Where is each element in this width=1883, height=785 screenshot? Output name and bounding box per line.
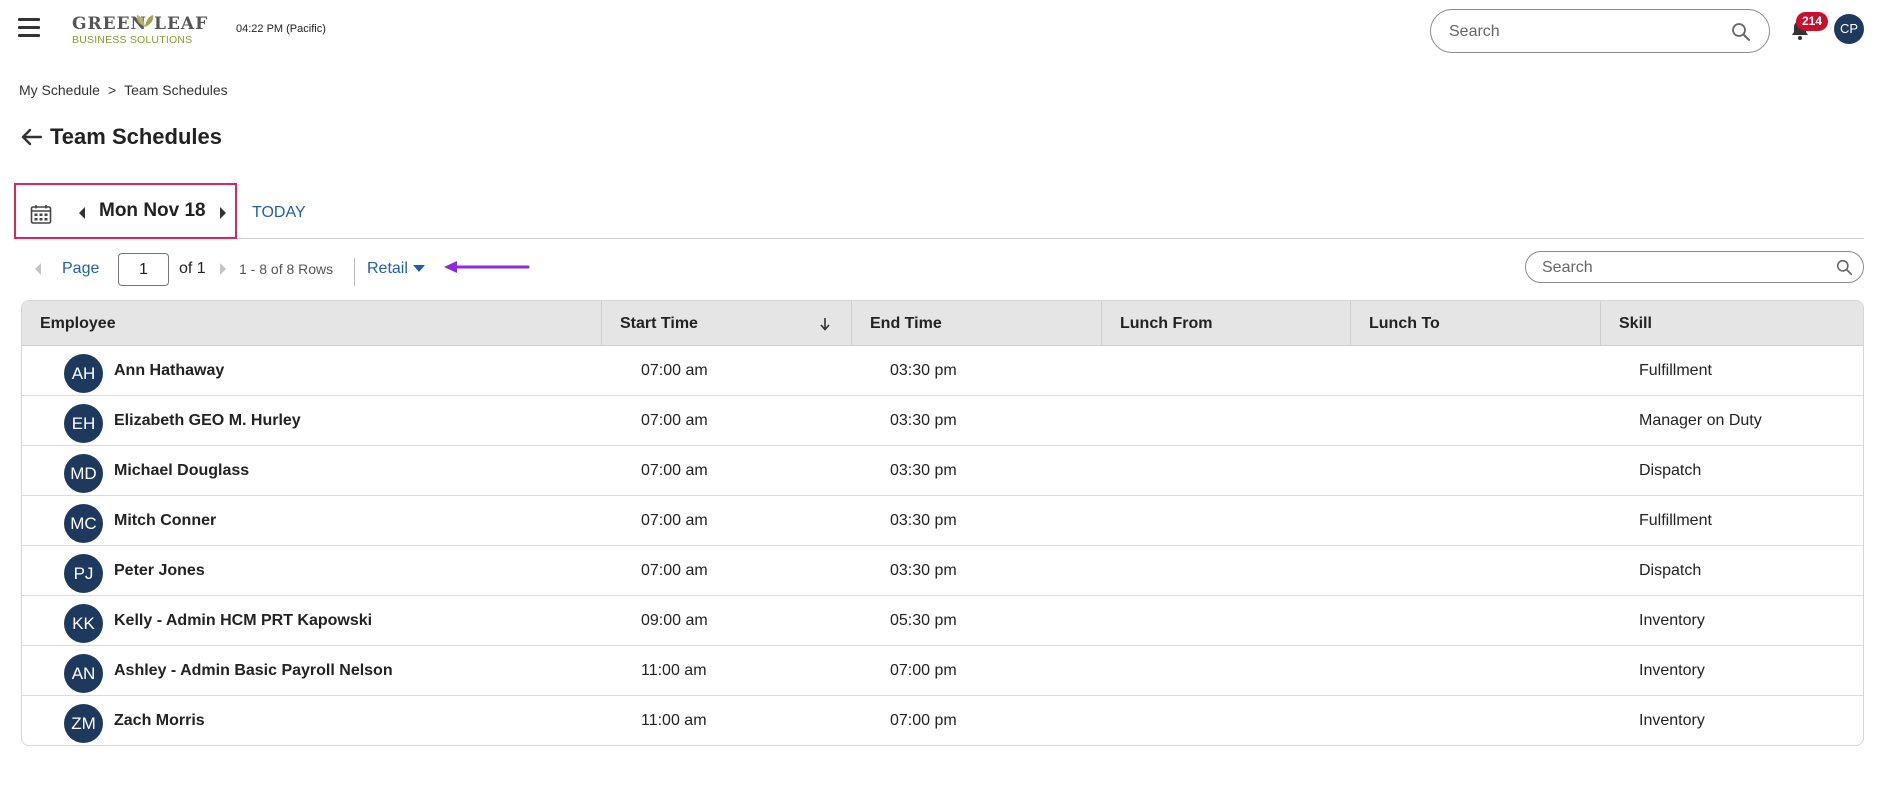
search-icon[interactable] — [1731, 22, 1751, 42]
table-body: AH Ann Hathaway 07:00 am 03:30 pm Fulfil… — [22, 346, 1863, 745]
table-row[interactable]: PJ Peter Jones 07:00 am 03:30 pm Dispatc… — [22, 546, 1863, 596]
skill-cell: Manager on Duty — [1639, 412, 1762, 429]
skill-cell: Inventory — [1639, 662, 1705, 679]
sort-descending-icon[interactable] — [819, 316, 831, 332]
end-time-cell: 03:30 pm — [890, 412, 957, 429]
divider — [237, 238, 1864, 239]
page-total-label: of 1 — [179, 260, 206, 277]
employee-name[interactable]: Ann Hathaway — [114, 362, 224, 380]
table-row[interactable]: MD Michael Douglass 07:00 am 03:30 pm Di… — [22, 446, 1863, 496]
end-time-cell: 03:30 pm — [890, 362, 957, 379]
back-arrow-icon[interactable] — [20, 128, 42, 146]
start-time-cell: 07:00 am — [641, 512, 708, 529]
calendar-icon[interactable] — [30, 204, 52, 224]
previous-day-icon[interactable] — [76, 205, 88, 221]
location-filter-dropdown[interactable]: Retail — [367, 260, 425, 278]
table-row[interactable]: AH Ann Hathaway 07:00 am 03:30 pm Fulfil… — [22, 346, 1863, 396]
employee-avatar: MD — [64, 454, 103, 493]
employee-name[interactable]: Zach Morris — [114, 712, 205, 730]
date-navigator: Mon Nov 18 — [14, 183, 237, 239]
end-time-cell: 03:30 pm — [890, 462, 957, 479]
table-search-input[interactable] — [1542, 258, 1822, 278]
start-time-cell: 11:00 am — [641, 662, 707, 679]
hamburger-menu-icon[interactable] — [18, 18, 40, 38]
end-time-cell: 05:30 pm — [890, 612, 957, 629]
top-bar: GREEN LEAF BUSINESS SOLUTIONS 04:22 PM (… — [0, 0, 1883, 60]
table-row[interactable]: EH Elizabeth GEO M. Hurley 07:00 am 03:3… — [22, 396, 1863, 446]
skill-cell: Inventory — [1639, 612, 1705, 629]
skill-cell: Dispatch — [1639, 562, 1702, 579]
column-header-employee[interactable]: Employee — [22, 301, 602, 346]
column-header-skill[interactable]: Skill — [1601, 301, 1863, 346]
page-title: Team Schedules — [50, 124, 222, 149]
global-search-input[interactable] — [1449, 21, 1719, 43]
employee-avatar: KK — [64, 604, 103, 643]
start-time-cell: 07:00 am — [641, 412, 708, 429]
table-row[interactable]: KK Kelly - Admin HCM PRT Kapowski 09:00 … — [22, 596, 1863, 646]
annotation-arrow-purple — [444, 261, 530, 273]
start-time-cell: 07:00 am — [641, 362, 708, 379]
column-header-start-time[interactable]: Start Time — [602, 301, 852, 346]
employee-avatar: PJ — [64, 554, 103, 593]
employee-name[interactable]: Kelly - Admin HCM PRT Kapowski — [114, 612, 372, 630]
current-date-label: Mon Nov 18 — [99, 200, 206, 221]
page-label: Page — [62, 260, 100, 277]
table-header: Employee Start Time End Time Lunch From … — [22, 301, 1863, 346]
employee-avatar: ZM — [64, 704, 103, 743]
logo-tagline: BUSINESS SOLUTIONS — [72, 34, 193, 46]
current-time: 04:22 PM (Pacific) — [236, 23, 326, 35]
breadcrumb-current: Team Schedules — [124, 82, 228, 98]
end-time-cell: 03:30 pm — [890, 562, 957, 579]
breadcrumb: My Schedule > Team Schedules — [19, 82, 228, 98]
employee-avatar: AH — [64, 354, 103, 393]
employee-name[interactable]: Elizabeth GEO M. Hurley — [114, 412, 301, 430]
page-number-input[interactable] — [118, 253, 169, 286]
company-logo: GREEN LEAF BUSINESS SOLUTIONS — [72, 14, 212, 50]
search-icon[interactable] — [1836, 259, 1853, 276]
column-header-lunch-to[interactable]: Lunch To — [1351, 301, 1601, 346]
end-time-cell: 03:30 pm — [890, 512, 957, 529]
employee-avatar: MC — [64, 504, 103, 543]
start-time-cell: 07:00 am — [641, 562, 708, 579]
user-avatar[interactable]: CP — [1834, 14, 1864, 44]
end-time-cell: 07:00 pm — [890, 662, 957, 679]
employee-avatar: AN — [64, 654, 103, 693]
employee-name[interactable]: Peter Jones — [114, 562, 205, 580]
employee-avatar: EH — [64, 404, 103, 443]
next-page-icon[interactable] — [218, 262, 228, 276]
today-button[interactable]: TODAY — [252, 204, 306, 222]
table-row[interactable]: ZM Zach Morris 11:00 am 07:00 pm Invento… — [22, 696, 1863, 745]
previous-page-icon[interactable] — [33, 262, 43, 276]
global-search — [1430, 9, 1770, 53]
notification-count-badge: 214 — [1796, 12, 1828, 31]
location-filter-label: Retail — [367, 260, 408, 277]
start-time-cell: 07:00 am — [641, 462, 708, 479]
column-header-end-time[interactable]: End Time — [852, 301, 1102, 346]
table-search — [1525, 251, 1864, 283]
team-schedule-table: Employee Start Time End Time Lunch From … — [21, 300, 1864, 746]
employee-name[interactable]: Michael Douglass — [114, 462, 249, 480]
end-time-cell: 07:00 pm — [890, 712, 957, 729]
employee-name[interactable]: Ashley - Admin Basic Payroll Nelson — [114, 662, 393, 680]
row-count-label: 1 - 8 of 8 Rows — [239, 261, 334, 277]
next-day-icon[interactable] — [217, 205, 229, 221]
table-row[interactable]: MC Mitch Conner 07:00 am 03:30 pm Fulfil… — [22, 496, 1863, 546]
start-time-cell: 11:00 am — [641, 712, 707, 729]
table-row[interactable]: AN Ashley - Admin Basic Payroll Nelson 1… — [22, 646, 1863, 696]
chevron-down-icon — [412, 265, 425, 273]
column-header-lunch-from[interactable]: Lunch From — [1102, 301, 1351, 346]
start-time-cell: 09:00 am — [641, 612, 708, 629]
skill-cell: Inventory — [1639, 712, 1705, 729]
leaf-icon — [136, 15, 154, 27]
skill-cell: Fulfillment — [1639, 362, 1712, 379]
breadcrumb-my-schedule[interactable]: My Schedule — [19, 82, 100, 98]
pager-separator — [354, 258, 355, 286]
skill-cell: Dispatch — [1639, 462, 1702, 479]
employee-name[interactable]: Mitch Conner — [114, 512, 216, 530]
breadcrumb-separator: > — [107, 82, 117, 98]
skill-cell: Fulfillment — [1639, 512, 1712, 529]
